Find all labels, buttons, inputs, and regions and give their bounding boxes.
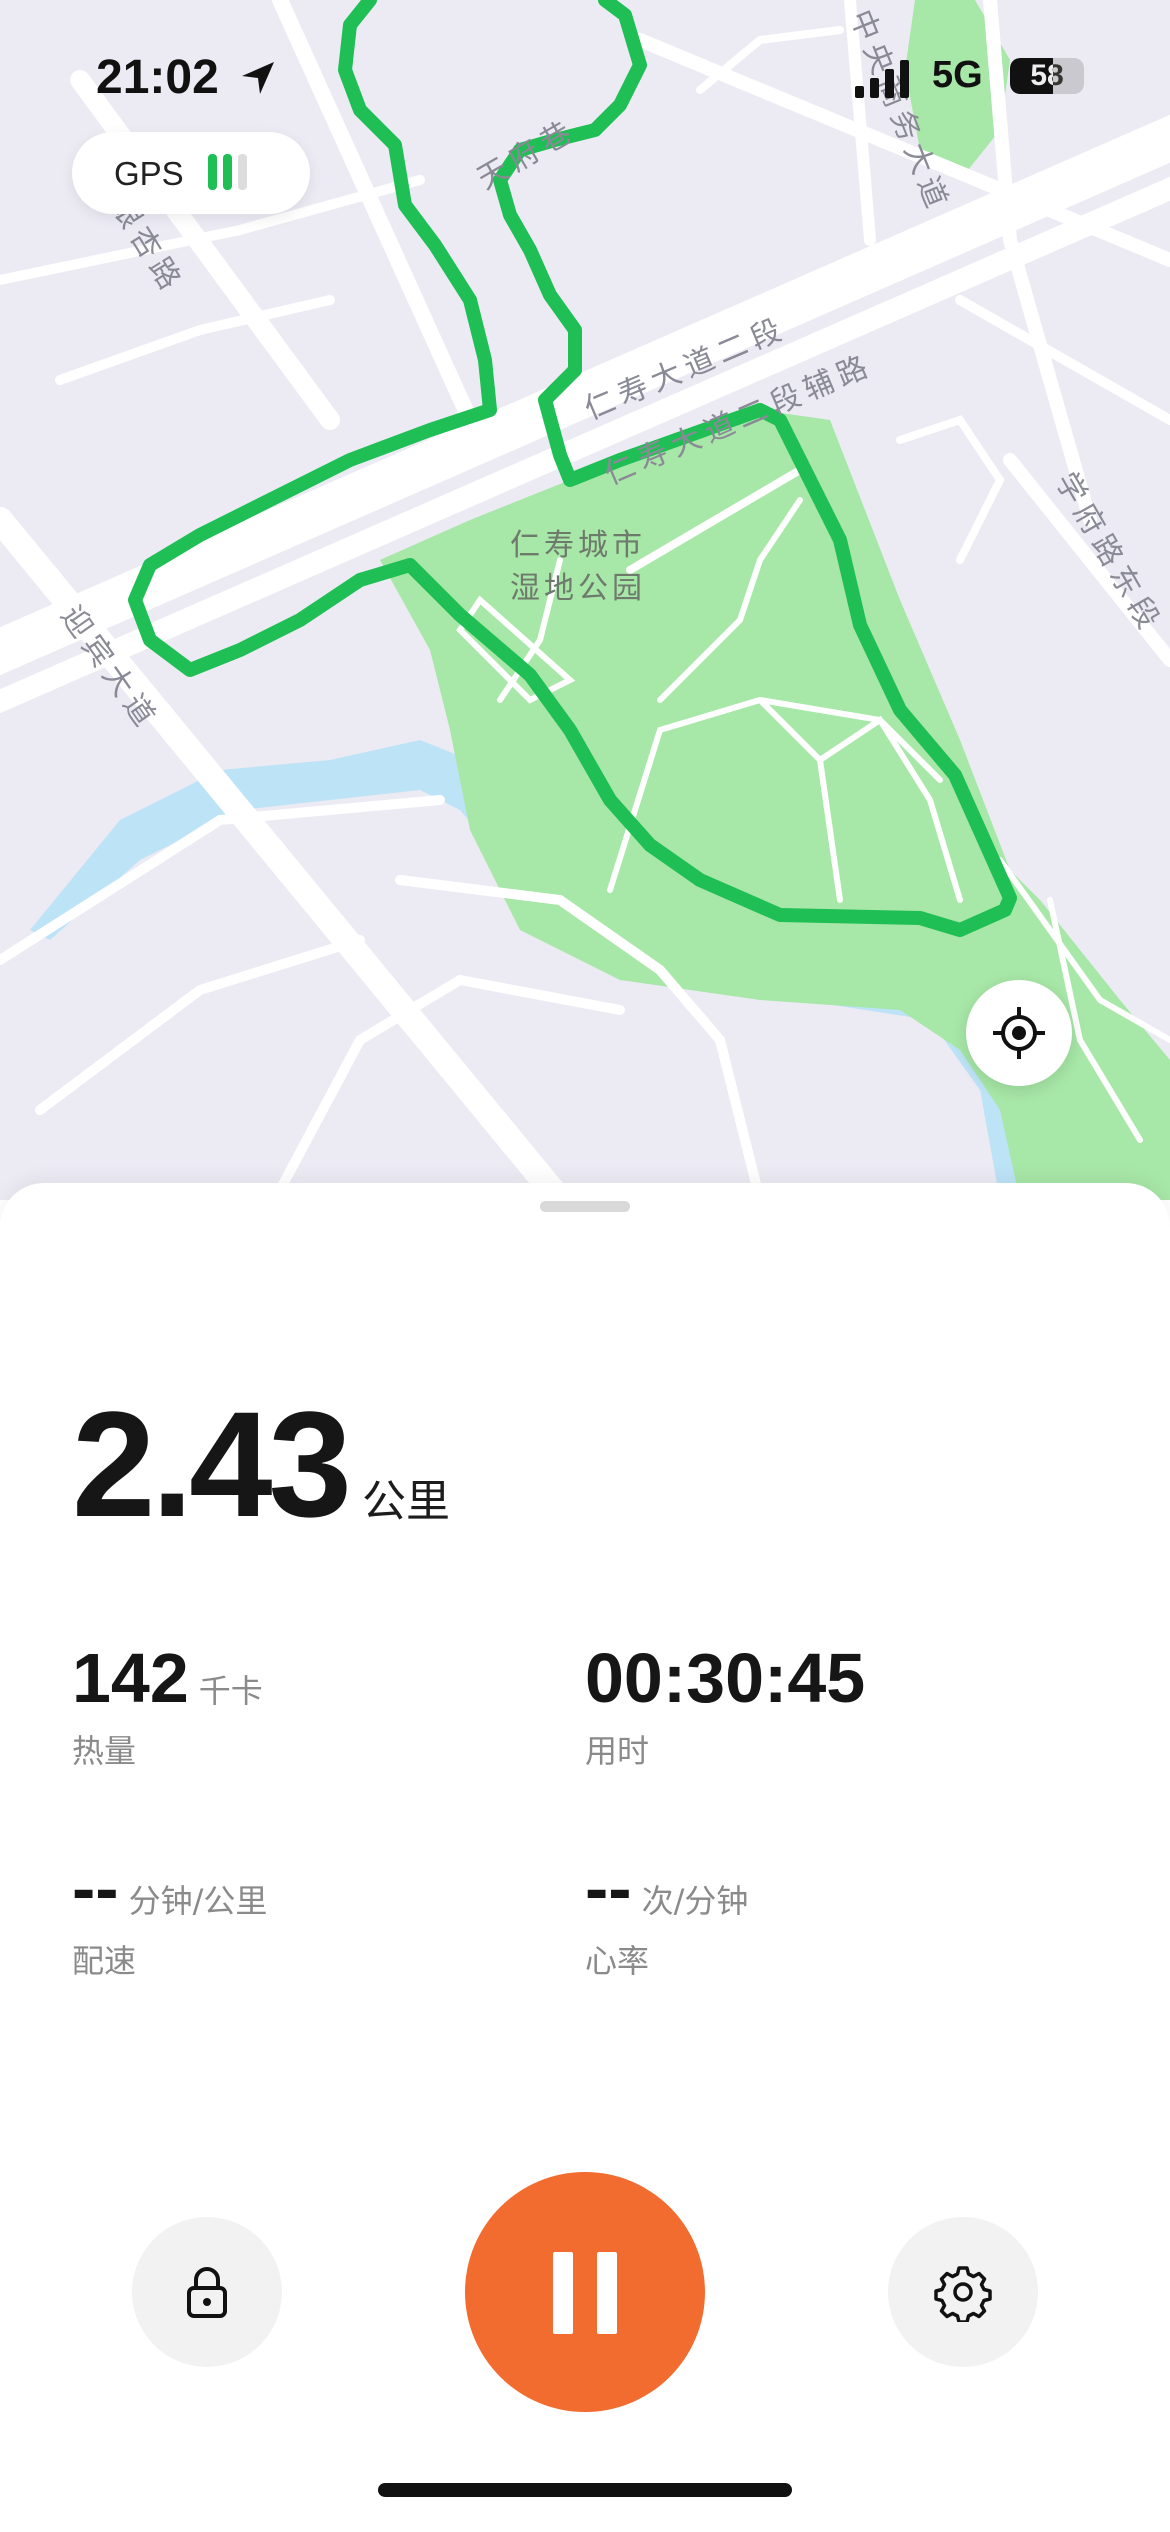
- status-time: 21:02: [96, 51, 219, 104]
- heart-rate-value: --: [585, 1849, 632, 1927]
- pace-unit: 分钟/公里: [128, 1882, 268, 1920]
- gps-signal-icon: [208, 154, 247, 190]
- pause-icon-bar-left: [553, 2252, 573, 2334]
- recenter-location-button[interactable]: [966, 980, 1072, 1086]
- gps-status-pill: GPS: [72, 132, 310, 214]
- gps-signal-bar: [238, 154, 247, 190]
- heart-rate-stat: -- 次/分钟 心率: [585, 1848, 748, 1982]
- crosshair-icon: [993, 1007, 1045, 1059]
- heart-rate-unit: 次/分钟: [641, 1882, 749, 1920]
- gps-signal-bar: [208, 154, 217, 190]
- status-bar: 21:02 5G 58: [0, 50, 1170, 110]
- pause-button[interactable]: [465, 2172, 705, 2412]
- label-xuefu: 学府路东段: [1048, 467, 1168, 640]
- workout-stats-sheet: 2.43 公里 142 千卡 热量 00:30:45 用时 -- 分钟/公里 配速 -…: [0, 1183, 1170, 2532]
- distance-value: 2.43: [72, 1380, 352, 1548]
- gear-icon: [934, 2266, 992, 2322]
- distance-unit: 公里: [361, 1476, 450, 1527]
- calories-value: 142: [72, 1639, 189, 1717]
- label-tianfu: 天府巷: [472, 113, 583, 197]
- calories-label: 热量: [72, 1732, 137, 1770]
- gps-label: GPS: [114, 155, 184, 192]
- pause-icon-bar-right: [597, 2252, 617, 2334]
- calories-unit: 千卡: [198, 1672, 263, 1710]
- duration-stat: 00:30:45 用时: [585, 1638, 865, 1772]
- home-indicator[interactable]: [378, 2483, 792, 2497]
- gps-signal-bar: [223, 154, 232, 190]
- battery-icon: 58: [1010, 58, 1084, 94]
- pace-label: 配速: [72, 1942, 137, 1980]
- heart-rate-label: 心率: [585, 1942, 650, 1980]
- park-label-line2: 湿地公园: [510, 571, 646, 606]
- pace-stat: -- 分钟/公里 配速: [72, 1848, 267, 1982]
- cellular-signal-icon: [855, 60, 909, 98]
- sheet-drag-handle[interactable]: [540, 1201, 630, 1212]
- lock-screen-button[interactable]: [132, 2217, 282, 2367]
- distance-display: 2.43 公里: [72, 1378, 450, 1551]
- wetland-park: [380, 410, 1170, 1200]
- network-type: 5G: [932, 54, 983, 96]
- settings-button[interactable]: [888, 2217, 1038, 2367]
- battery-level: 58: [1030, 59, 1064, 92]
- pace-value: --: [72, 1849, 119, 1927]
- duration-label: 用时: [585, 1732, 650, 1770]
- location-arrow-icon: [242, 62, 274, 94]
- duration-value: 00:30:45: [585, 1639, 866, 1717]
- calories-stat: 142 千卡 热量: [72, 1638, 263, 1772]
- park-label-line1: 仁寿城市: [510, 528, 646, 563]
- lock-icon: [187, 2267, 227, 2318]
